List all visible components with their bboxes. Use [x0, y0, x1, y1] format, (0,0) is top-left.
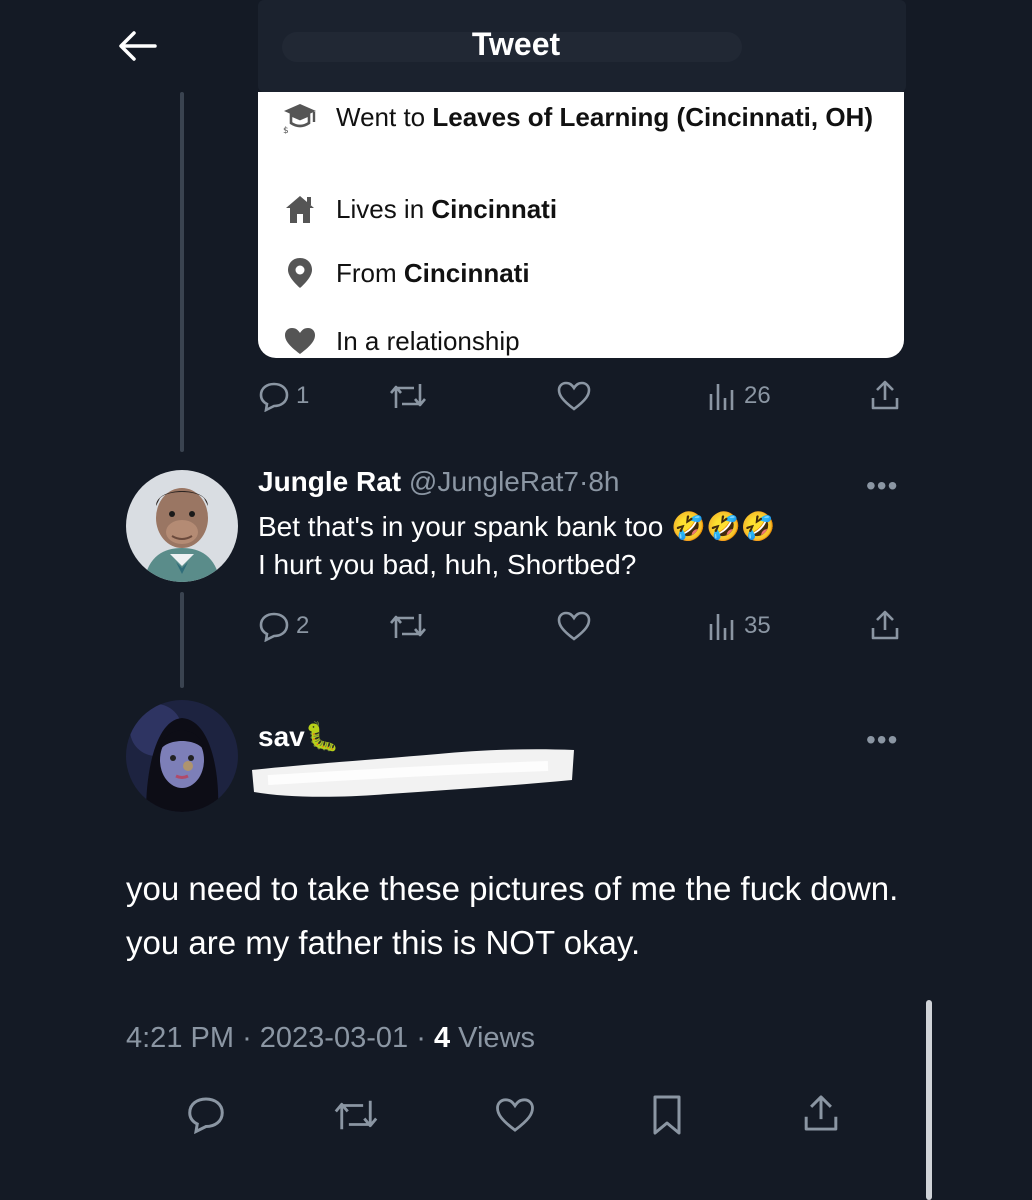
share-button[interactable]	[868, 608, 902, 642]
views-button[interactable]: 26	[706, 380, 771, 412]
author-handle[interactable]: @JungleRat7	[409, 466, 579, 497]
reply-tweet-text: Bet that's in your spank bank too 🤣🤣🤣 I …	[258, 508, 898, 584]
views-count: 26	[744, 382, 771, 409]
main-tweet-actions	[0, 1094, 1032, 1144]
views-label[interactable]: Views	[458, 1022, 535, 1054]
share-button[interactable]	[800, 1092, 842, 1134]
avatar[interactable]	[126, 470, 238, 582]
retweet-icon	[334, 1100, 378, 1130]
reply-icon	[188, 1097, 224, 1134]
bookmark-icon	[653, 1095, 681, 1135]
tweet-metadata: 4:21 PM · 2023-03-01 · 4 Views	[126, 1022, 535, 1055]
reply-count: 1	[296, 382, 310, 409]
retweet-button[interactable]	[332, 1096, 380, 1134]
heart-outline-icon	[557, 381, 591, 411]
like-button[interactable]	[494, 1096, 536, 1134]
share-icon	[804, 1095, 838, 1131]
graduation-cap-icon: $	[280, 100, 320, 134]
more-options-button[interactable]: •••	[866, 724, 898, 756]
share-icon	[871, 380, 899, 410]
back-arrow-icon	[119, 31, 157, 61]
author-name[interactable]: Jungle Rat	[258, 466, 401, 497]
reply-text-line-2: I hurt you bad, huh, Shortbed?	[258, 549, 637, 580]
card-row-education: $ Went to Leaves of Learning (Cincinnati…	[280, 100, 876, 134]
separator-dot: ·	[579, 466, 589, 497]
more-options-button[interactable]: •••	[866, 470, 898, 502]
profile-info-card-image[interactable]: $ Went to Leaves of Learning (Cincinnati…	[258, 92, 904, 358]
tweet-time[interactable]: 4:21 PM	[126, 1022, 234, 1054]
tweet-time[interactable]: 8h	[588, 466, 619, 497]
separator-dot: ·	[242, 1022, 252, 1054]
location-pin-icon	[280, 256, 320, 290]
like-button[interactable]	[556, 610, 592, 642]
bookmark-button[interactable]	[650, 1094, 684, 1136]
card-row-text: Went to Leaves of Learning (Cincinnati, …	[336, 102, 873, 132]
scrollbar[interactable]	[926, 1000, 932, 1200]
avatar-character-icon	[126, 470, 238, 582]
retweet-button[interactable]	[388, 380, 428, 412]
like-button[interactable]	[556, 380, 592, 412]
reply-text-line-1: Bet that's in your spank bank too	[258, 511, 664, 542]
avatar[interactable]	[126, 700, 238, 812]
avatar-portrait-icon	[126, 700, 238, 812]
retweet-icon	[390, 614, 426, 638]
heart-outline-icon	[496, 1098, 534, 1132]
tweet-date[interactable]: 2023-03-01	[260, 1022, 408, 1054]
views-count: 4	[433, 1022, 451, 1054]
views-bar-chart-icon	[709, 614, 734, 640]
views-button[interactable]: 35	[706, 610, 771, 642]
reply-icon	[259, 382, 289, 412]
svg-text:$: $	[283, 126, 289, 134]
back-button[interactable]	[112, 24, 162, 68]
reply-tweet-actions: 2 35	[0, 606, 1032, 650]
reply-count: 2	[296, 612, 310, 639]
reply-button[interactable]	[186, 1094, 226, 1134]
separator-dot: ·	[416, 1022, 426, 1054]
heart-outline-icon	[557, 611, 591, 641]
page-title: Tweet	[471, 26, 561, 62]
reply-button[interactable]: 2	[258, 610, 309, 642]
reply-icon	[259, 612, 289, 642]
card-row-text: Lives in Cincinnati	[336, 194, 558, 224]
views-bar-chart-icon	[709, 384, 734, 410]
card-row-relationship: In a relationship	[280, 324, 876, 358]
share-button[interactable]	[868, 378, 902, 412]
main-tweet-text: you need to take these pictures of me th…	[126, 870, 899, 961]
parent-tweet-actions: 1 26	[0, 376, 1032, 420]
heart-icon	[280, 324, 320, 358]
retweet-icon	[390, 384, 426, 408]
house-icon	[280, 192, 320, 226]
views-count: 35	[744, 612, 771, 639]
card-row-text: In a relationship	[336, 326, 520, 356]
share-icon	[871, 610, 899, 640]
card-row-text: From Cincinnati	[336, 258, 530, 288]
card-row-hometown: From Cincinnati	[280, 256, 876, 290]
retweet-button[interactable]	[388, 610, 428, 642]
card-row-residence: Lives in Cincinnati	[280, 192, 876, 226]
laughing-emoji: 🤣🤣🤣	[671, 511, 776, 542]
reply-author-line: Jungle Rat @JungleRat7·8h	[258, 466, 619, 498]
reply-button[interactable]: 1	[258, 380, 309, 412]
redacted-handle-scribble	[248, 740, 578, 802]
